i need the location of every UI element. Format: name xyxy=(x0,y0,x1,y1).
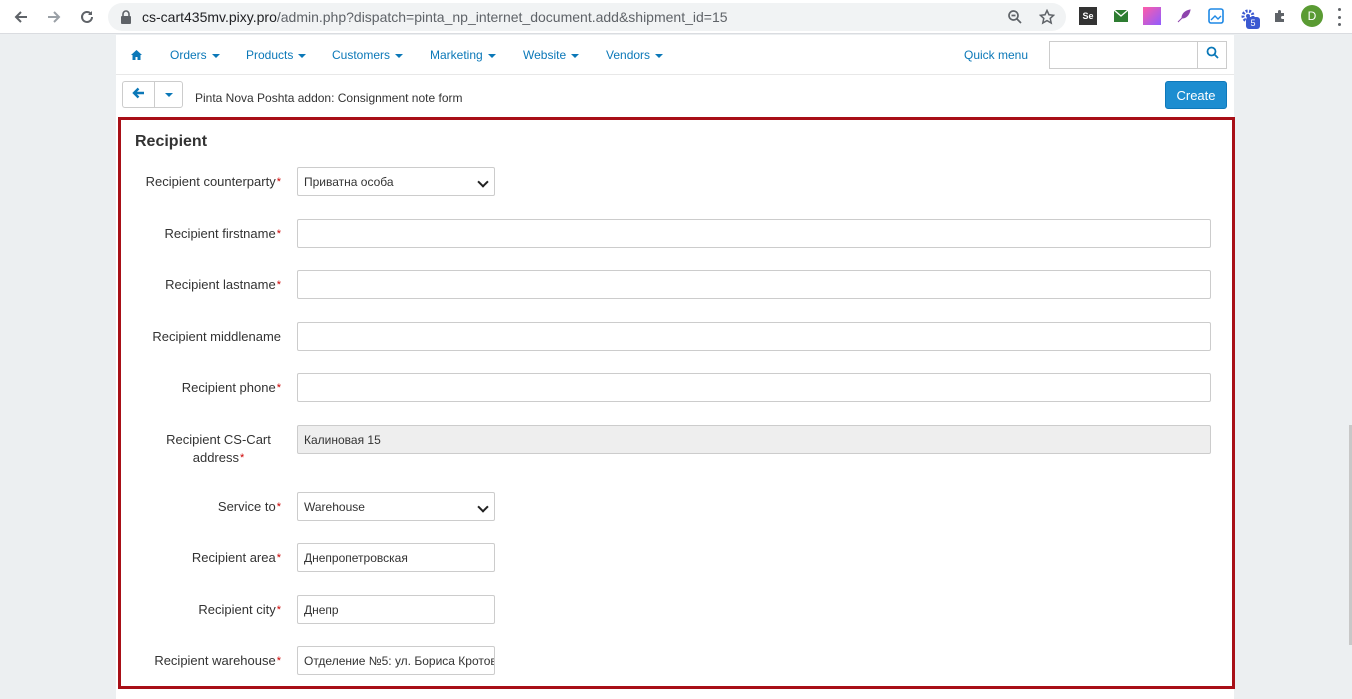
chevron-down-icon xyxy=(298,53,307,58)
required-mark: * xyxy=(276,501,281,513)
middlename-input[interactable] xyxy=(297,322,1211,351)
url-path: /admin.php?dispatch=pinta_np_internet_do… xyxy=(276,9,728,25)
selenium-extension-label: Se xyxy=(1082,11,1094,21)
counterparty-label: Recipient counterparty* xyxy=(121,173,281,191)
puzzle-extensions-icon[interactable] xyxy=(1271,7,1289,25)
bookmark-star-icon[interactable] xyxy=(1038,8,1056,26)
city-input[interactable]: Днепр xyxy=(297,595,495,624)
admin-search-input[interactable] xyxy=(1049,41,1197,69)
chevron-down-icon xyxy=(487,53,496,58)
phone-label: Recipient phone* xyxy=(121,379,281,397)
counterparty-select[interactable]: Приватна особа xyxy=(297,167,495,196)
url-host: cs-cart435mv.pixy.pro xyxy=(142,9,277,25)
page-toolbar: Pinta Nova Poshta addon: Consignment not… xyxy=(116,76,1234,116)
firstname-input[interactable] xyxy=(297,219,1211,248)
service-to-select[interactable]: Warehouse xyxy=(297,492,495,521)
menu-vendors[interactable]: Vendors xyxy=(606,48,664,62)
mail-extension-icon[interactable] xyxy=(1112,7,1130,25)
extension-badge: 5 xyxy=(1246,17,1260,29)
browser-menu-icon[interactable] xyxy=(1336,8,1342,26)
search-button[interactable] xyxy=(1197,41,1227,69)
history-dropdown-button[interactable] xyxy=(154,81,183,108)
warehouse-label-text: Recipient warehouse xyxy=(154,653,276,668)
menu-products[interactable]: Products xyxy=(246,48,307,62)
cscart-address-label: Recipient CS-Cart address* xyxy=(121,431,276,467)
image-extension-icon[interactable] xyxy=(1207,7,1225,25)
chevron-down-icon xyxy=(655,53,664,58)
zoom-icon[interactable] xyxy=(1006,8,1024,26)
quick-menu-link[interactable]: Quick menu xyxy=(964,48,1028,62)
chevron-down-icon xyxy=(571,53,580,58)
recipient-form-panel: Recipient Recipient counterparty* Приват… xyxy=(118,117,1235,689)
firstname-label-text: Recipient firstname xyxy=(164,226,276,241)
lastname-label: Recipient lastname* xyxy=(121,276,281,294)
profile-avatar[interactable]: D xyxy=(1301,5,1323,27)
address-bar[interactable]: cs-cart435mv.pixy.pro/admin.php?dispatch… xyxy=(108,3,1066,31)
menu-website[interactable]: Website xyxy=(523,48,580,62)
browser-toolbar: cs-cart435mv.pixy.pro/admin.php?dispatch… xyxy=(0,0,1352,34)
service-to-label: Service to* xyxy=(121,498,281,516)
menu-products-label: Products xyxy=(246,48,294,62)
top-navigation: Orders Products Customers Marketing Webs… xyxy=(116,35,1234,75)
phone-input[interactable] xyxy=(297,373,1211,402)
url-text: cs-cart435mv.pixy.pro/admin.php?dispatch… xyxy=(142,9,728,25)
gradient-extension-icon[interactable] xyxy=(1143,7,1161,25)
city-label: Recipient city* xyxy=(121,601,281,619)
chevron-down-icon xyxy=(395,53,404,58)
firstname-label: Recipient firstname* xyxy=(121,225,281,243)
middlename-label-text: Recipient middlename xyxy=(152,329,281,344)
back-arrow-icon[interactable] xyxy=(9,5,33,29)
page-title: Pinta Nova Poshta addon: Consignment not… xyxy=(195,91,463,105)
cscart-address-label-text: Recipient CS-Cart address xyxy=(166,432,271,465)
home-icon[interactable] xyxy=(130,48,143,66)
reload-icon[interactable] xyxy=(75,5,99,29)
required-mark: * xyxy=(276,176,281,188)
menu-customers[interactable]: Customers xyxy=(332,48,404,62)
phone-label-text: Recipient phone xyxy=(181,380,276,395)
chevron-down-icon xyxy=(164,92,173,97)
counterparty-label-text: Recipient counterparty xyxy=(145,174,276,189)
selenium-extension-icon[interactable]: Se xyxy=(1079,7,1097,25)
menu-marketing-label: Marketing xyxy=(430,48,483,62)
middlename-label: Recipient middlename xyxy=(121,328,281,346)
section-title: Recipient xyxy=(135,133,208,150)
menu-orders[interactable]: Orders xyxy=(170,48,220,62)
cscart-address-input: Калиновая 15 xyxy=(297,425,1211,454)
warehouse-input[interactable]: Отделение №5: ул. Бориса Кротова xyxy=(297,646,495,675)
menu-website-label: Website xyxy=(523,48,567,62)
lock-icon xyxy=(120,10,132,29)
feather-extension-icon[interactable] xyxy=(1175,7,1193,25)
required-mark: * xyxy=(276,604,281,616)
forward-arrow-icon[interactable] xyxy=(42,5,66,29)
area-input[interactable]: Днепропетровская xyxy=(297,543,495,572)
required-mark: * xyxy=(276,228,281,240)
required-mark: * xyxy=(239,452,245,464)
create-button[interactable]: Create xyxy=(1165,81,1227,109)
required-mark: * xyxy=(276,279,281,291)
menu-customers-label: Customers xyxy=(332,48,391,62)
warehouse-label: Recipient warehouse* xyxy=(121,652,281,670)
search-icon xyxy=(1206,46,1219,64)
chevron-down-icon xyxy=(211,53,220,58)
menu-marketing[interactable]: Marketing xyxy=(430,48,496,62)
required-mark: * xyxy=(276,552,281,564)
lastname-label-text: Recipient lastname xyxy=(165,277,276,292)
menu-orders-label: Orders xyxy=(170,48,207,62)
city-label-text: Recipient city xyxy=(198,602,276,617)
required-mark: * xyxy=(276,382,281,394)
service-to-label-text: Service to xyxy=(217,499,276,514)
area-label-text: Recipient area xyxy=(191,550,276,565)
back-button[interactable] xyxy=(122,81,154,108)
lastname-input[interactable] xyxy=(297,270,1211,299)
menu-vendors-label: Vendors xyxy=(606,48,651,62)
required-mark: * xyxy=(276,655,281,667)
area-label: Recipient area* xyxy=(121,549,281,567)
arrow-left-icon xyxy=(132,86,145,104)
